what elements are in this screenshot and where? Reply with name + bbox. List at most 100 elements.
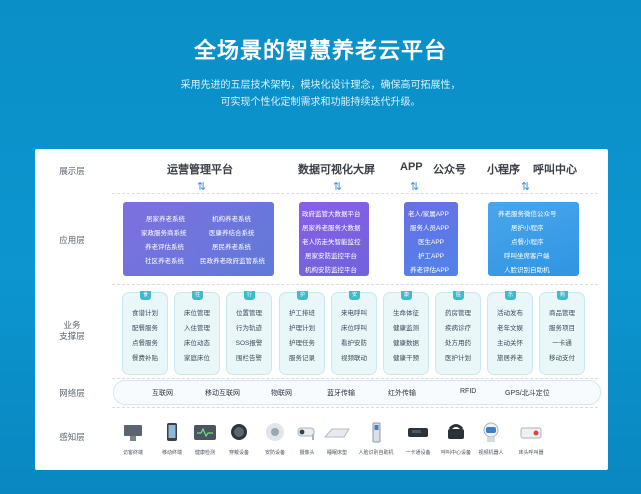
- biz-item: 围栏告警: [236, 355, 262, 362]
- biz-item: 药房管理: [445, 310, 471, 317]
- biz-column-cap: 行: [244, 291, 255, 300]
- app-item: 政府监管大数据平台: [302, 211, 361, 218]
- app-item: 机构养老系统: [212, 216, 251, 223]
- network-item: 移动互联网: [205, 390, 240, 397]
- biz-item: 护理任务: [289, 340, 315, 347]
- biz-item: 看护安防: [341, 340, 367, 347]
- display-item-callcenter: 呼叫中心: [533, 164, 577, 176]
- divider: [112, 193, 598, 194]
- biz-column: 安来电呼叫 床位呼叫 看护安防 视频联动: [331, 291, 377, 375]
- biz-item: SOS报警: [235, 340, 263, 347]
- network-item: 红外传输: [388, 390, 416, 397]
- app-box-management: 居家养老系统 机构养老系统 家政服务商系统 医康养结合系统 养老评估系统 居民养…: [123, 202, 274, 276]
- architecture-panel: 展示层 应用层 业务 支撑层 网络层 感知层 运营管理平台 数据可视化大屏 APP…: [35, 149, 608, 470]
- biz-item: 入住管理: [184, 325, 210, 332]
- biz-column: 康生命体征 健康监测 健康数据 健康干预: [383, 291, 429, 375]
- biz-item: 健康数据: [393, 340, 419, 347]
- device-label: 视频机器人: [478, 450, 504, 456]
- app-item: 居护小程序: [511, 225, 544, 232]
- page-title: 全场景的智慧养老云平台: [193, 38, 447, 63]
- biz-item: 服务项目: [549, 325, 575, 332]
- biz-column: 护护工排班护理计划护理任务服务记录: [279, 291, 325, 375]
- app-item: 居家安防监控平台: [305, 253, 357, 260]
- biz-item: 疾病诊疗: [445, 325, 471, 332]
- app-item: 服务人员APP: [410, 225, 450, 232]
- mobile-terminal-icon: [157, 421, 187, 443]
- biz-item: 健康监测: [393, 325, 419, 332]
- arrow-icon: ⇅: [521, 181, 531, 193]
- app-item: 居家养老系统: [146, 216, 185, 223]
- biz-column: 购商品管理 服务项目 一卡通 移动支付: [539, 291, 585, 375]
- biz-item: 服务记录: [289, 355, 315, 362]
- row-label-display: 展示层: [59, 166, 85, 176]
- biz-item: 视频联动: [341, 355, 367, 362]
- biz-item: 主动关怀: [497, 340, 523, 347]
- biz-column: 行位置管理 行为轨迹 SOS报警 围栏告警: [226, 291, 272, 375]
- biz-column-cap: 康: [401, 291, 412, 300]
- display-item-miniprogram: 小程序: [487, 164, 520, 176]
- biz-item: 护工排班: [289, 310, 315, 317]
- biz-column-cap: 乐: [505, 291, 516, 300]
- app-item: 居民养老系统: [212, 244, 251, 251]
- bed-alarm-icon: [516, 421, 546, 443]
- biz-column-cap: 护: [297, 291, 308, 300]
- biz-item: 护理计划: [289, 325, 315, 332]
- app-item: 养老评估系统: [145, 244, 184, 251]
- video-robot-icon: [476, 421, 506, 443]
- device-label: 访客终端: [122, 450, 143, 456]
- security-device-icon: [260, 421, 290, 443]
- row-label-biz: 业务 支撑层: [59, 320, 85, 341]
- app-item: 点餐小程序: [511, 239, 544, 246]
- arrow-icon: ⇅: [197, 181, 207, 193]
- biz-item: 活动发布: [497, 310, 523, 317]
- divider: [112, 407, 598, 408]
- display-item-bigscreen: 数据可视化大屏: [298, 164, 375, 176]
- biz-item: 商品管理: [549, 310, 575, 317]
- biz-column-cap: 住: [192, 291, 203, 300]
- arrow-icon: ⇅: [410, 181, 420, 193]
- network-item: RFID: [460, 388, 477, 395]
- app-item: 老人/家属APP: [408, 211, 449, 218]
- face-kiosk-icon: [361, 421, 391, 443]
- divider: [112, 378, 598, 379]
- call-device-icon: [441, 421, 471, 443]
- biz-item: 老年文娱: [497, 325, 523, 332]
- biz-column: 食食谱计划 配餐服务 点餐服务 餐费补贴: [122, 291, 168, 375]
- divider: [112, 284, 598, 285]
- visitor-terminal-icon: [118, 421, 148, 443]
- network-item: 物联网: [271, 390, 292, 397]
- display-item-official: 公众号: [433, 164, 466, 176]
- device-label: 人脸识别自助机: [358, 450, 394, 456]
- network-item: 互联网: [152, 390, 173, 397]
- biz-item: 来电呼叫: [341, 310, 367, 317]
- biz-item: 餐费补贴: [132, 355, 158, 362]
- biz-item: 生命体征: [393, 310, 419, 317]
- app-item: 民政养老政府监管系统: [200, 258, 265, 265]
- app-item: 养老服务微信公众号: [498, 211, 557, 218]
- network-item: 蓝牙传输: [327, 390, 355, 397]
- row-label-app: 应用层: [59, 235, 85, 245]
- subtitle-line-2: 可实现个性化定制需求和功能持续迭代升级。: [220, 97, 421, 108]
- row-label-network: 网络层: [59, 388, 85, 398]
- device-label: 床头呼叫器: [518, 450, 544, 456]
- device-label: 睡眠床垫: [326, 450, 347, 456]
- app-item: 人脸识别自助机: [504, 267, 550, 274]
- app-item: 呼叫坐席客户端: [504, 253, 550, 260]
- biz-column: 住床位管理 入住管理 床位动态 家庭床位: [174, 291, 220, 375]
- app-box-bigdata: 政府监管大数据平台 居家养老服务大数据 老人防走失智能监控 居家安防监控平台 机…: [299, 202, 369, 276]
- biz-item: 家庭床位: [184, 355, 210, 362]
- arrow-icon: ⇅: [333, 181, 343, 193]
- health-monitor-icon: [190, 421, 220, 443]
- biz-item: 医护计划: [445, 355, 471, 362]
- camera-icon: [292, 421, 322, 443]
- biz-column: 乐活动发布 老年文娱 主动关怀 旅居养老: [487, 291, 533, 375]
- display-item-app: APP: [400, 161, 423, 173]
- biz-column: 医药房管理 疾病诊疗 处方用药 医护计划: [435, 291, 481, 375]
- app-item: 护工APP: [418, 253, 445, 260]
- sleep-pad-icon: [322, 421, 352, 443]
- biz-item: 食谱计划: [132, 310, 158, 317]
- biz-item: 移动支付: [549, 355, 575, 362]
- app-item: 养老评估APP: [410, 267, 450, 274]
- app-item: 机构安防监控平台: [305, 267, 357, 274]
- biz-item: 配餐服务: [132, 325, 158, 332]
